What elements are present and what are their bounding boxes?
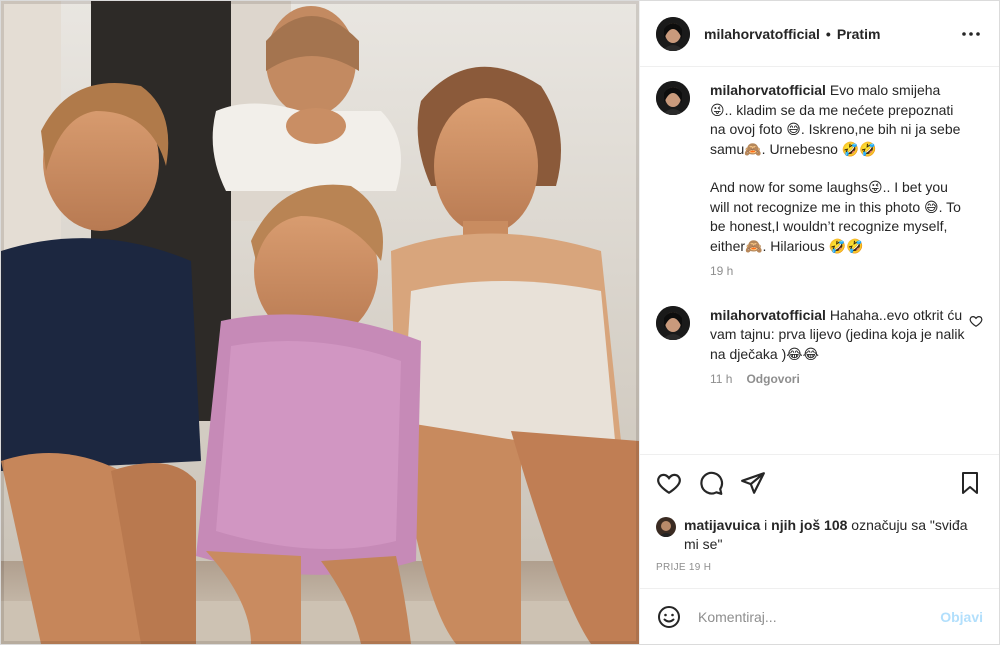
liker-username[interactable]: matijavuica (684, 517, 760, 533)
comment-username[interactable]: milahorvatofficial (710, 307, 826, 323)
comment-avatar[interactable] (656, 305, 690, 340)
author-username[interactable]: milahorvatofficial (704, 26, 820, 42)
caption-avatar[interactable] (656, 81, 690, 115)
likes-summary: matijavuica i njih još 108 označuju sa "… (640, 510, 999, 558)
comments-area[interactable]: milahorvatofficial Evo malo smijeha 😜.. … (640, 67, 999, 454)
caption-time: 19 h (710, 264, 734, 278)
instagram-post-modal: milahorvatofficial • Pratim milahorvatof… (0, 0, 1000, 645)
save-bookmark-icon[interactable] (957, 470, 983, 496)
comment-time: 11 h (710, 372, 733, 386)
caption: milahorvatofficial Evo malo smijeha 😜.. … (656, 81, 983, 282)
reply-button[interactable]: Odgovori (746, 370, 799, 390)
comment-icon[interactable] (698, 470, 724, 496)
post-header: milahorvatofficial • Pratim (640, 1, 999, 67)
liker-avatar[interactable] (656, 517, 676, 537)
caption-username[interactable]: milahorvatofficial (710, 82, 826, 98)
comment-like-icon[interactable] (969, 314, 983, 328)
emoji-icon[interactable] (656, 604, 682, 630)
post-timestamp[interactable]: PRIJE 19 H (640, 558, 999, 588)
post-comment-button[interactable]: Objavi (940, 609, 983, 625)
like-icon[interactable] (656, 470, 682, 496)
comment-input[interactable] (698, 608, 941, 625)
more-options-icon[interactable] (959, 22, 983, 46)
likes-conjunction: i (760, 517, 772, 533)
author-avatar[interactable] (656, 16, 690, 51)
caption-text-en: And now for some laughs😜.. I bet you wil… (710, 179, 961, 254)
likes-others-link[interactable]: njih još 108 (771, 517, 847, 533)
following-button[interactable]: Pratim (837, 26, 881, 42)
post-photo[interactable] (1, 1, 639, 644)
share-icon[interactable] (740, 470, 766, 496)
vintage-family-photo (1, 1, 639, 644)
post-side-panel: milahorvatofficial • Pratim milahorvatof… (639, 1, 999, 644)
post-actions (640, 454, 999, 510)
comment-item: milahorvatofficial Hahaha..evo otkrit ću… (656, 305, 983, 390)
add-comment-bar: Objavi (640, 588, 999, 644)
separator-dot: • (825, 25, 831, 42)
